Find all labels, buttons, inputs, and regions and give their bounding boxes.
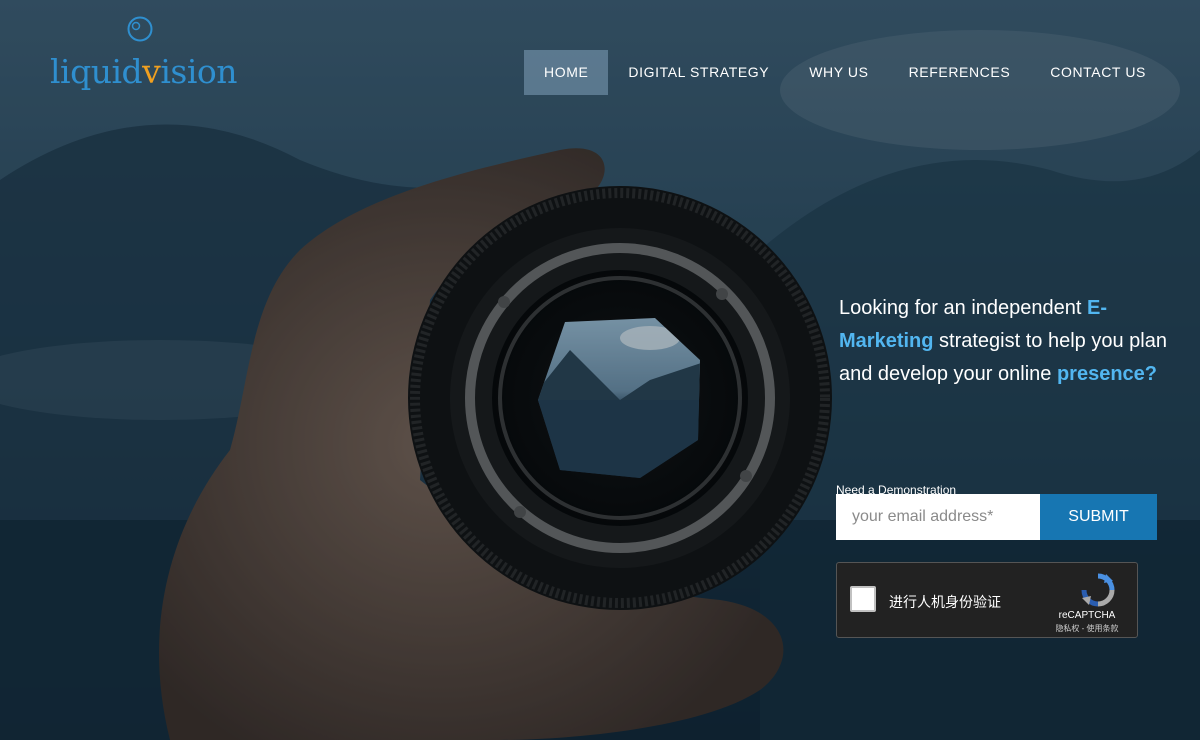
recaptcha-icon [1081,573,1115,607]
recaptcha-label: 进行人机身份验证 [889,594,1001,610]
logo-wordmark: liquidvision [50,52,237,91]
submit-button[interactable]: SUBMIT [1040,494,1157,540]
nav-item-references[interactable]: REFERENCES [889,50,1031,95]
logo-accent-letter: v [142,52,161,91]
nav-item-why-us[interactable]: WHY US [789,50,888,95]
recaptcha-checkbox[interactable] [850,586,876,612]
headline-text-1: Looking for an independent [839,297,1087,319]
headline-highlight-presence: presence? [1056,363,1158,385]
main-nav: HOME DIGITAL STRATEGY WHY US REFERENCES … [524,50,1166,95]
email-input[interactable] [836,494,1040,540]
nav-item-contact-us[interactable]: CONTACT US [1030,50,1166,95]
recaptcha-privacy-terms-link[interactable]: 隐私权 - 使用条款 [1037,623,1137,634]
brand-logo[interactable]: liquidvision [50,14,237,94]
nav-item-home[interactable]: HOME [524,50,609,95]
logo-prefix: liquid [50,52,143,91]
logo-suffix: ision [160,52,237,91]
nav-item-digital-strategy[interactable]: DIGITAL STRATEGY [608,50,789,95]
hero-headline: Looking for an independent E-Marketing s… [839,292,1184,391]
logo-ring-icon [127,16,153,42]
recaptcha-brand: reCAPTCHA [1058,610,1116,621]
recaptcha-widget: 进行人机身份验证 reCAPTCHA 隐私权 - 使用条款 [836,562,1138,638]
